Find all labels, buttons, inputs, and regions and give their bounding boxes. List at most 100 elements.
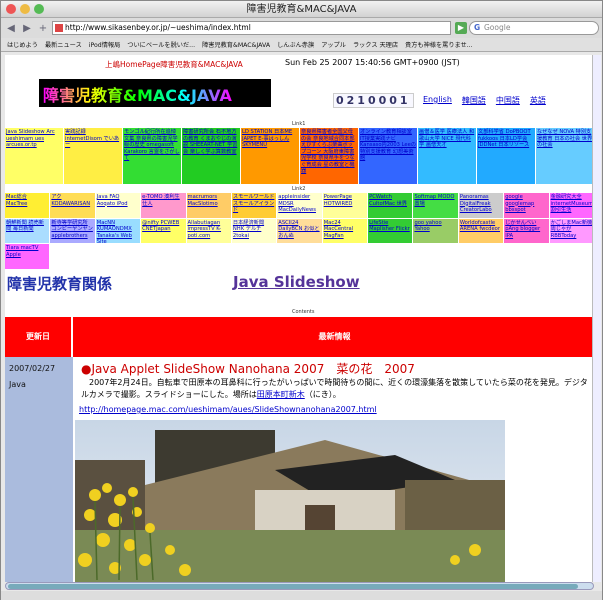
language-link[interactable]: 韓国語	[462, 95, 486, 106]
link2-cell[interactable]: じかせんべい pAng blogger IPA	[504, 218, 549, 244]
place-link[interactable]: 田原本町新木	[257, 390, 305, 399]
link1-cell[interactable]: 画僧＆医学 医療法人 和歌山大学 NICE 現代科学 画僧天才	[418, 128, 476, 184]
link2-cell[interactable]: Softmap MODO 置場	[413, 193, 458, 218]
bookmark-item[interactable]: ついにベールを脱いだ...	[127, 40, 195, 49]
link1-grid: Java Slideshow Arc ueshimam ues arcues.o…	[5, 128, 594, 184]
toolbar: ◀ ▶ + http://www.sikasenbey.or.jp/~ueshi…	[1, 18, 602, 38]
search-placeholder: Google	[484, 23, 511, 32]
link2-cell[interactable]: @nifty PCWEB CNETJapan	[141, 218, 186, 244]
go-button[interactable]: ▶	[455, 22, 467, 34]
link2-cell[interactable]: かごしまMac新機 周じゃが RBBToday	[549, 218, 594, 244]
link2-cell[interactable]: アク KODAWARISAN	[50, 193, 95, 218]
link2-cell[interactable]: Tiara macTV Apple	[5, 244, 50, 269]
link2-cell[interactable]: 日本経済新聞 NHK デルチ 2tokai	[231, 218, 277, 244]
date-cell: 2007/02/27 Java	[5, 357, 73, 582]
google-search-icon: G	[474, 23, 481, 32]
vertical-scrollbar[interactable]	[592, 55, 601, 582]
page-content: 上嶋HomePage障害児教育&MAC&JAVA Sun Feb 25 2007…	[5, 55, 594, 582]
nanohana-photo	[75, 420, 505, 582]
link1-cell[interactable]: なぜなぜ NOVA 特別支援教育 日本の社会 世界の社会	[536, 128, 594, 184]
link2-cell[interactable]: スモールワールド スモールアイランド	[231, 193, 277, 218]
link2-cell[interactable]: 金融研究大全 internetMuseum 割引生活	[549, 193, 594, 218]
update-category: Java	[9, 380, 26, 389]
bookmark-item[interactable]: 貴方も神様を罵りませ...	[405, 40, 473, 49]
horizontal-scrollbar[interactable]	[5, 582, 594, 590]
link2-cell[interactable]: google googlemap bbsspot	[504, 193, 549, 218]
link2-cell[interactable]: Java FAQ Aoqato iPod	[95, 193, 141, 218]
link1-cell[interactable]: 障害研究所会 石不地方の教育 くまおやじの演説 SHEEART-NET 学習会 …	[182, 128, 240, 184]
update-date: 2007/02/27	[9, 364, 56, 373]
title-bar: 障害児教育&MAC&JAVA	[1, 1, 602, 18]
minimize-icon[interactable]	[20, 4, 30, 14]
link2-cell[interactable]: goo yahoo Yahoo	[413, 218, 458, 244]
add-bookmark-button[interactable]: +	[36, 21, 50, 35]
link2-grid: Mac総合 MacTree アク KODAWARISAN Java FAQ Aoqa…	[5, 193, 594, 269]
language-link[interactable]: 英語	[530, 95, 546, 106]
site-header: 上嶋HomePage障害児教育&MAC&JAVA	[105, 60, 243, 69]
slideshow-link[interactable]: http://homepage.mac.com/ueshimam/aues/Sl…	[79, 405, 377, 414]
window-controls	[6, 4, 44, 14]
visitor-counter: 0210001	[333, 93, 414, 108]
link2-cell[interactable]: Mac24 MacCentral MagFan	[322, 218, 368, 244]
close-icon[interactable]	[6, 4, 16, 14]
link2-cell[interactable]: Mac総合 MacTree	[5, 193, 50, 218]
bookmark-item[interactable]: アップル	[321, 40, 346, 49]
link2-cell[interactable]: Panoramas DigitalFreak CreatorLabo	[458, 193, 504, 218]
link1-cell[interactable]: Java Slideshow Arc ueshimam ues arcues.o…	[5, 128, 63, 184]
banner-text: 障害児教育&MAC&JAVA	[43, 82, 232, 106]
link2-label: Link2	[292, 186, 306, 192]
post-body: 2007年2月24日。自転車で田原本の耳鼻科に行ったがいっぱいで時間待ちの間に、…	[81, 377, 593, 401]
forward-button[interactable]: ▶	[20, 21, 34, 35]
link2-cell[interactable]: PCWatch CultofMac 世界	[368, 193, 413, 218]
link1-cell[interactable]: モンゴル紀行所在追悼文集 奈良県の障害児学級の歴史 omegasoft Kara…	[123, 128, 181, 184]
title-java-slideshow[interactable]: Java Slideshow	[233, 273, 360, 291]
back-button[interactable]: ◀	[4, 21, 18, 35]
scroll-thumb[interactable]	[8, 584, 578, 589]
link2-cell[interactable]: macrumors MacSlotimo	[186, 193, 231, 218]
bookmark-item[interactable]: しんぶん赤旗	[277, 40, 314, 49]
bookmark-item[interactable]: はじめよう	[7, 40, 38, 49]
bookmark-item[interactable]: ラックス 天理店	[353, 40, 398, 49]
link2-cell[interactable]: Worldofcastle ARENA fwcdeor	[458, 218, 504, 244]
link2-cell[interactable]: PowerPage HOTWIRED	[322, 193, 368, 218]
site-banner: 障害児教育&MAC&JAVA	[39, 79, 271, 107]
link1-cell[interactable]: オンライン教育相談室 IT授業実践ナビ Kansaso内2003 Leeの特別支…	[359, 128, 417, 184]
post-suffix: （にき）。	[304, 390, 341, 399]
bookmark-item[interactable]: 最新ニュース	[45, 40, 82, 49]
status-bar	[1, 591, 602, 600]
title-special-education[interactable]: 障害児教育関係	[7, 273, 112, 294]
language-links: English 韓国語 中国語 英語	[423, 95, 546, 106]
link2-cell[interactable]: appleinsider MDSR MacDailyNews	[277, 193, 322, 218]
clock-text: Sun Feb 25 2007 15:40:56 GMT+0900 (JST)	[285, 58, 460, 67]
col-date-header: 更新日	[5, 317, 73, 357]
link1-cell[interactable]: 文部科学省 DoPBOOT fukkoos 日本LD学会 JDDNet 日本リソ…	[477, 128, 535, 184]
address-bar[interactable]: http://www.sikasenbey.or.jp/~ueshima/ind…	[52, 21, 451, 35]
bookmarks-bar: はじめよう 最新ニュース iPod情報局 ついにベールを脱いだ... 障害児教育&MAC…	[1, 38, 602, 52]
window-title: 障害児教育&MAC&JAVA	[246, 4, 357, 15]
link2-cell[interactable]: Allabutiagan impressTV K-poti.com	[186, 218, 231, 244]
link1-cell[interactable]: LD STATION 日本ME JAPET E-事はっしん SKYMENU	[241, 128, 299, 184]
link1-cell[interactable]: 奈良県障害者全国父母の会 奈良地域合同本部 えびすくらぶ楽曲ポップコーン 大阪府…	[300, 128, 358, 184]
link2-cell[interactable]: MacNN KUMAONDMX Tanaka's Web Site	[95, 218, 141, 244]
post-title: ●Java Applet SlideShow Nanohana 2007 菜の花…	[81, 362, 415, 376]
link2-cell[interactable]: LifeStie Maplisher Flickr	[368, 218, 413, 244]
url-text: http://www.sikasenbey.or.jp/~ueshima/ind…	[65, 23, 251, 32]
nanohana-photo-image	[75, 420, 505, 582]
link1-label: Link1	[292, 121, 306, 127]
language-link[interactable]: English	[423, 95, 452, 106]
col-info-header: 最新情報	[318, 332, 351, 341]
zoom-icon[interactable]	[34, 4, 44, 14]
site-favicon-icon	[55, 24, 63, 32]
link2-cell[interactable]: 朝鮮新聞 読売新聞 毎日新聞	[5, 218, 50, 244]
language-link[interactable]: 中国語	[496, 95, 520, 106]
table-header: 更新日 最新情報	[5, 317, 594, 357]
browser-window: 障害児教育&MAC&JAVA ◀ ▶ + http://www.sikasenb…	[0, 0, 603, 600]
link2-cell[interactable]: e-TOMO 湊利生仕人	[141, 193, 186, 218]
bookmark-item[interactable]: 障害児教育&MAC&JAVA	[202, 40, 270, 49]
bookmark-item[interactable]: iPod情報局	[89, 40, 121, 49]
link2-cell[interactable]: 新寺等学研究所 コンピーヤンヤン applebrothers	[50, 218, 95, 244]
search-field[interactable]: G Google	[469, 21, 599, 35]
link2-cell[interactable]: ASCII24 DailyBCN お似とおんぬ	[277, 218, 322, 244]
contents-label: Contents	[292, 309, 315, 315]
link1-cell[interactable]: 実践記録 internetDisom でいあー	[64, 128, 122, 184]
